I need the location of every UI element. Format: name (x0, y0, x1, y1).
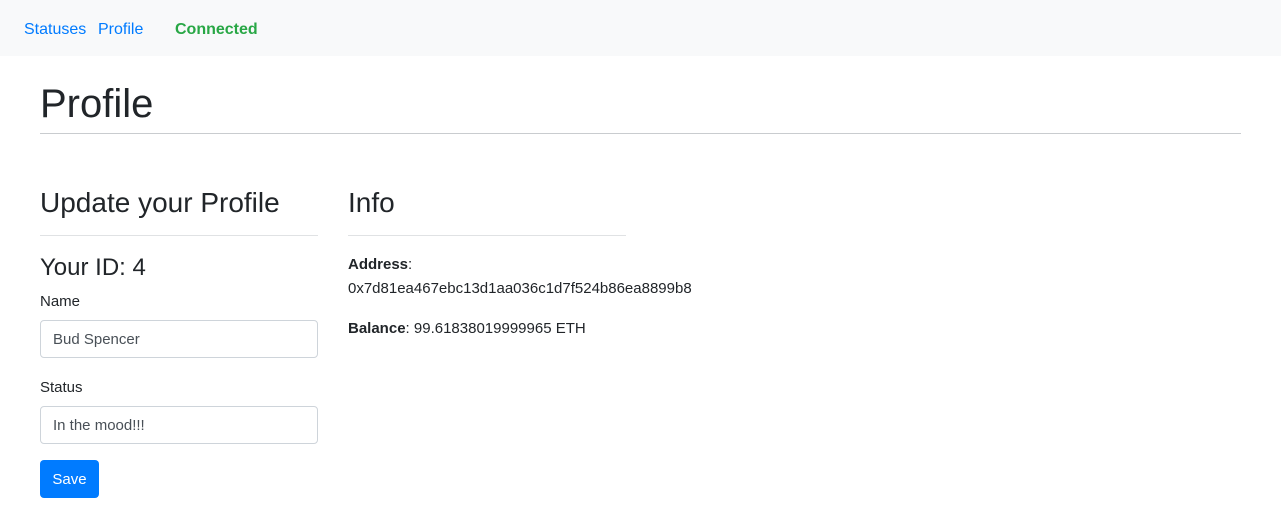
address-label-line: Address: (348, 256, 412, 274)
your-id-heading: Your ID: 4 (40, 254, 146, 281)
address-value: 0x7d81ea467ebc13d1aa036c1d7f524b86ea8899… (348, 280, 692, 297)
balance-separator: : (405, 320, 410, 337)
address-label: Address (348, 256, 409, 273)
info-heading: Info (348, 187, 395, 218)
nav-link-statuses[interactable]: Statuses (24, 20, 86, 39)
page-title-divider (40, 133, 1241, 134)
name-label: Name (40, 293, 81, 310)
balance-line: Balance: 99.61838019999965 ETH (348, 320, 586, 338)
address-separator: : (408, 256, 413, 273)
connection-status: Connected (175, 21, 258, 38)
save-button[interactable]: Save (40, 460, 99, 498)
page-title: Profile (40, 82, 154, 126)
info-divider (348, 235, 626, 236)
balance-label: Balance (348, 320, 406, 337)
navbar: Statuses Profile Connected (0, 0, 1281, 56)
name-input[interactable] (40, 320, 318, 358)
nav-link-profile[interactable]: Profile (98, 20, 143, 39)
status-label: Status (40, 379, 83, 396)
status-input[interactable] (40, 406, 318, 444)
update-profile-heading: Update your Profile (40, 187, 280, 218)
update-profile-divider (40, 235, 318, 236)
balance-value: 99.61838019999965 ETH (413, 320, 586, 337)
